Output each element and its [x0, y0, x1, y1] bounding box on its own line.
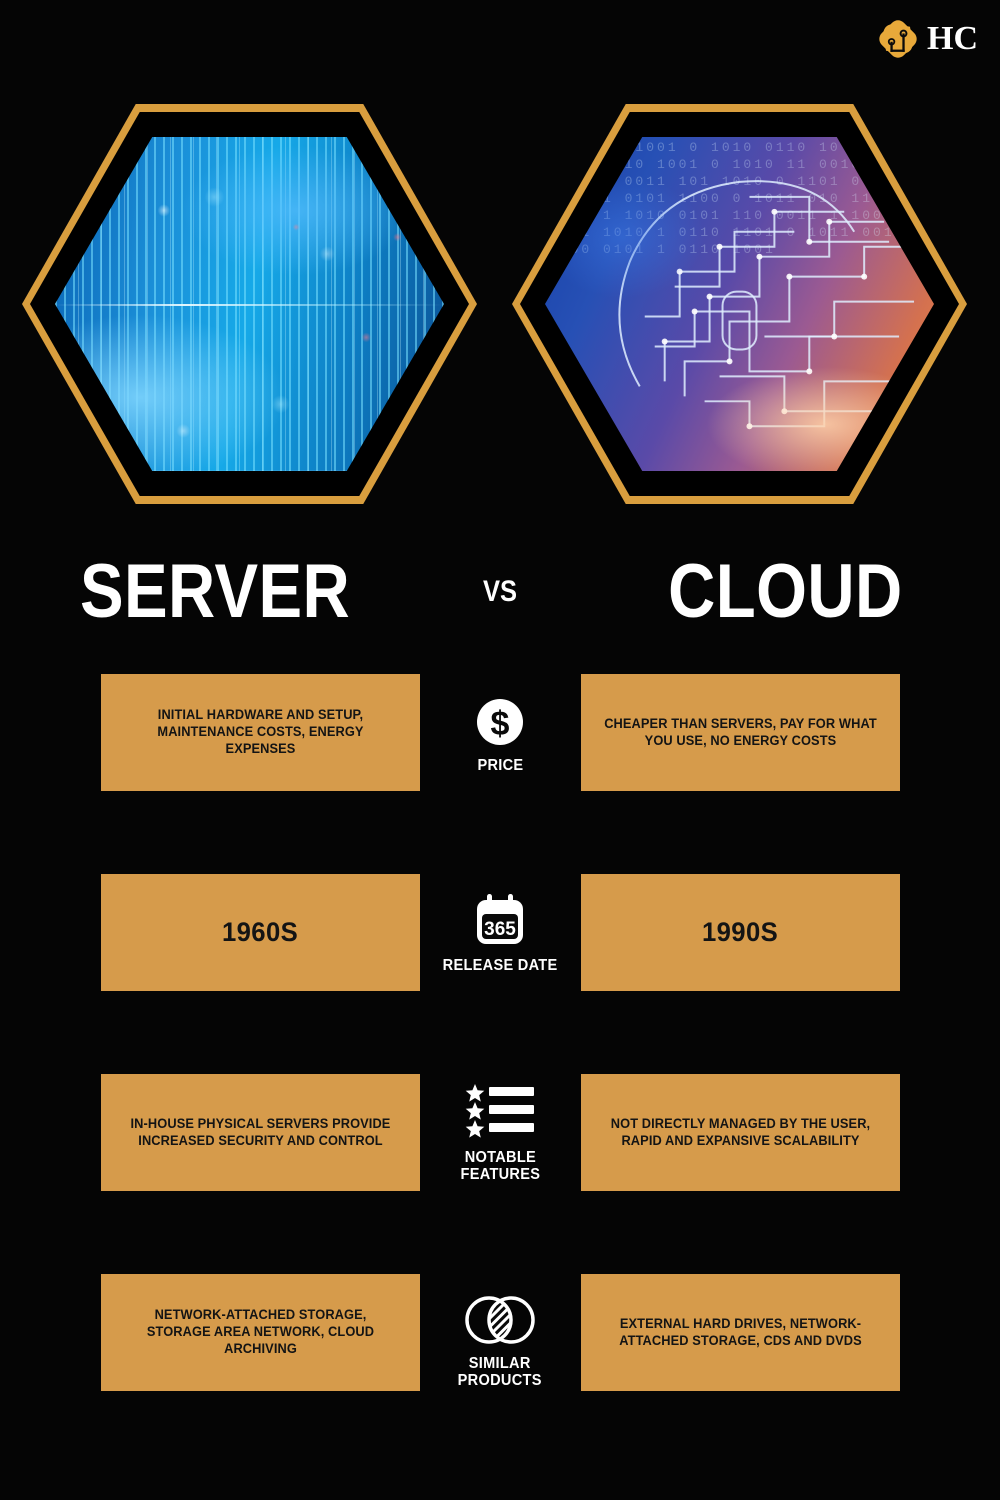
comparison-text: CHEAPER THAN SERVERS, PAY FOR WHAT YOU U… — [604, 715, 877, 748]
comparison-text: IN-HOUSE PHYSICAL SERVERS PROVIDE INCREA… — [130, 1115, 391, 1148]
svg-text:$: $ — [491, 705, 510, 743]
comparison-cell-left: INITIAL HARDWARE AND SETUP, MAINTENANCE … — [101, 674, 420, 791]
calendar-365-icon: 365 — [470, 892, 530, 948]
comparison-text: EXTERNAL HARD DRIVES, NETWORK-ATTACHED S… — [619, 1315, 862, 1348]
infographic-page: HC 10 0101 1001 0 1010 0110 10 1101 0011… — [0, 0, 1000, 1500]
comparison-rows: INITIAL HARDWARE AND SETUP, MAINTENANCE … — [0, 674, 1000, 1474]
brand-logo: HC — [875, 16, 978, 62]
title-row: SERVER VS CLOUD — [0, 542, 1000, 642]
comparison-cell-right: EXTERNAL HARD DRIVES, NETWORK-ATTACHED S… — [581, 1274, 900, 1391]
comparison-center-release-date: 365 RELEASE DATE — [420, 874, 580, 1024]
star-list-icon — [464, 1082, 536, 1140]
comparison-row-release-date: 1960S 365 RELEASE DATE 1990S — [0, 874, 1000, 1074]
hexagon-cloud-image: 10 0101 1001 0 1010 0110 10 1101 0011 1 … — [512, 104, 967, 504]
comparison-cell-right: CHEAPER THAN SERVERS, PAY FOR WHAT YOU U… — [581, 674, 900, 791]
data-stream-line — [55, 304, 444, 306]
comparison-cell-right: 1990S — [581, 874, 900, 991]
comparison-text: INITIAL HARDWARE AND SETUP, MAINTENANCE … — [157, 707, 364, 756]
comparison-text: NOT DIRECTLY MANAGED BY THE USER, RAPID … — [610, 1115, 871, 1148]
comparison-cell-left: IN-HOUSE PHYSICAL SERVERS PROVIDE INCREA… — [101, 1074, 420, 1191]
page-title-cloud: CLOUD — [667, 549, 903, 634]
comparison-row-price: INITIAL HARDWARE AND SETUP, MAINTENANCE … — [0, 674, 1000, 874]
hero-images: 10 0101 1001 0 1010 0110 10 1101 0011 1 … — [0, 104, 1000, 504]
comparison-row-notable-features: IN-HOUSE PHYSICAL SERVERS PROVIDE INCREA… — [0, 1074, 1000, 1274]
hexagon-server-image — [22, 104, 477, 504]
comparison-center-similar-products: SIMILAR PRODUCTS — [420, 1274, 580, 1424]
comparison-center-label: RELEASE DATE — [442, 957, 558, 974]
comparison-text: NETWORK-ATTACHED STORAGE, STORAGE AREA N… — [146, 1307, 375, 1356]
brand-text: HC — [927, 20, 978, 57]
page-title-server: SERVER — [79, 549, 351, 634]
circuit-node-logo-icon — [879, 20, 917, 58]
comparison-center-label: SIMILAR PRODUCTS — [457, 1355, 543, 1390]
title-cell-right: CLOUD — [570, 542, 1000, 642]
comparison-row-similar-products: NETWORK-ATTACHED STORAGE, STORAGE AREA N… — [0, 1274, 1000, 1474]
comparison-center-label: PRICE — [477, 757, 523, 774]
venn-diagram-icon — [461, 1294, 539, 1346]
title-cell-versus: VS — [430, 542, 570, 642]
comparison-cell-left: NETWORK-ATTACHED STORAGE, STORAGE AREA N… — [101, 1274, 420, 1391]
comparison-center-label: NOTABLE FEATURES — [460, 1149, 540, 1184]
svg-text:365: 365 — [484, 919, 516, 940]
comparison-cell-right: NOT DIRECTLY MANAGED BY THE USER, RAPID … — [581, 1074, 900, 1191]
dollar-coin-icon: $ — [474, 696, 526, 748]
comparison-center-price: $ PRICE — [420, 674, 580, 824]
versus-label: VS — [482, 575, 518, 608]
comparison-text: 1960S — [222, 916, 299, 947]
comparison-center-notable-features: NOTABLE FEATURES — [420, 1074, 580, 1224]
comparison-text: 1990S — [702, 916, 779, 947]
comparison-cell-left: 1960S — [101, 874, 420, 991]
title-cell-left: SERVER — [0, 542, 430, 642]
